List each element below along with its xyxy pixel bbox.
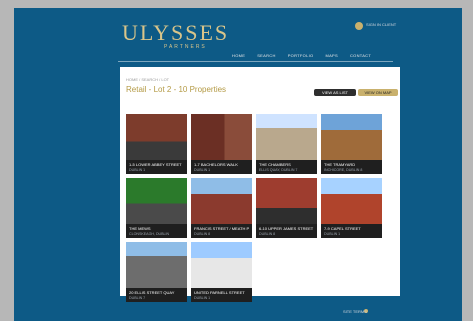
property-caption[interactable]: FRANCIS STREET / MEATH PLACE DUBLIN 8 bbox=[191, 224, 252, 238]
footer-link[interactable]: SITE TERMS bbox=[343, 309, 367, 314]
property-title: THE CHAMBERS bbox=[259, 162, 291, 167]
browser-frame: ULYSSES PARTNERS SIGN IN CLIENT HOME SEA… bbox=[0, 0, 473, 321]
property-title: UNITED PARNELL STREET bbox=[194, 290, 245, 295]
property-photo[interactable] bbox=[321, 114, 382, 160]
login-icon[interactable] bbox=[355, 22, 363, 30]
view-on-map-button[interactable]: VIEW ON MAP bbox=[358, 89, 398, 96]
page-title: Retail - Lot 2 - 10 Properties bbox=[126, 85, 227, 94]
nav-item-maps[interactable]: MAPS bbox=[325, 53, 338, 58]
property-card[interactable]: THE CHAMBERS ELLIS QUAY, DUBLIN 7 bbox=[256, 114, 317, 174]
property-photo[interactable] bbox=[126, 242, 187, 288]
property-caption[interactable]: 20 ELLIS STREET QUAY DUBLIN 7 bbox=[126, 288, 187, 302]
main-content-panel: HOME / SEARCH / LOT Retail - Lot 2 - 10 … bbox=[120, 67, 400, 302]
property-location: DUBLIN 1 bbox=[129, 168, 146, 172]
property-caption[interactable]: THE CHAMBERS ELLIS QUAY, DUBLIN 7 bbox=[256, 160, 317, 174]
property-photo[interactable] bbox=[126, 114, 187, 160]
nav-item-contact[interactable]: CONTACT bbox=[350, 53, 371, 58]
property-title: 7-9 CAPEL STREET bbox=[324, 226, 361, 231]
property-title: FRANCIS STREET / MEATH PLACE bbox=[194, 226, 249, 231]
property-card[interactable]: 1-7 BACHELORS WALK DUBLIN 1 bbox=[191, 114, 252, 174]
property-photo[interactable] bbox=[191, 242, 252, 288]
property-caption[interactable]: THE TRAMYARD INCHICORE, DUBLIN 8 bbox=[321, 160, 382, 174]
property-caption[interactable]: THE MEWS CLONSKEAGH, DUBLIN bbox=[126, 224, 187, 238]
property-title: 1-5 LOWER ABBEY STREET bbox=[129, 162, 182, 167]
brand-logo[interactable]: ULYSSES bbox=[122, 20, 229, 46]
property-photo[interactable] bbox=[256, 114, 317, 160]
property-caption[interactable]: 1-7 BACHELORS WALK DUBLIN 1 bbox=[191, 160, 252, 174]
nav-item-home[interactable]: HOME bbox=[232, 53, 245, 58]
property-title: 1-7 BACHELORS WALK bbox=[194, 162, 238, 167]
property-location: DUBLIN 1 bbox=[194, 296, 211, 300]
property-photo[interactable] bbox=[191, 114, 252, 160]
property-photo[interactable] bbox=[191, 178, 252, 224]
property-title: THE MEWS bbox=[129, 226, 151, 231]
property-caption[interactable]: 7-9 CAPEL STREET DUBLIN 1 bbox=[321, 224, 382, 238]
property-grid: 1-5 LOWER ABBEY STREET DUBLIN 1 1-7 BACH… bbox=[126, 114, 394, 302]
property-card[interactable]: UNITED PARNELL STREET DUBLIN 1 bbox=[191, 242, 252, 302]
breadcrumb[interactable]: HOME / SEARCH / LOT bbox=[126, 77, 169, 82]
property-title: THE TRAMYARD bbox=[324, 162, 356, 167]
property-card[interactable]: 7-9 CAPEL STREET DUBLIN 1 bbox=[321, 178, 382, 238]
property-card[interactable]: FRANCIS STREET / MEATH PLACE DUBLIN 8 bbox=[191, 178, 252, 238]
property-title: 20 ELLIS STREET QUAY bbox=[129, 290, 175, 295]
main-navigation: HOME SEARCH PORTFOLIO MAPS CONTACT bbox=[232, 53, 371, 58]
property-title: 6-10 UPPER JAMES STREET bbox=[259, 226, 314, 231]
nav-divider bbox=[118, 61, 393, 62]
property-caption[interactable]: UNITED PARNELL STREET DUBLIN 1 bbox=[191, 288, 252, 302]
property-caption[interactable]: 6-10 UPPER JAMES STREET DUBLIN 8 bbox=[256, 224, 317, 238]
property-caption[interactable]: 1-5 LOWER ABBEY STREET DUBLIN 1 bbox=[126, 160, 187, 174]
website-background: ULYSSES PARTNERS SIGN IN CLIENT HOME SEA… bbox=[14, 8, 462, 321]
property-location: INCHICORE, DUBLIN 8 bbox=[324, 168, 363, 172]
property-location: CLONSKEAGH, DUBLIN bbox=[129, 232, 170, 236]
property-location: ELLIS QUAY, DUBLIN 7 bbox=[259, 168, 298, 172]
nav-item-portfolio[interactable]: PORTFOLIO bbox=[288, 53, 314, 58]
property-photo[interactable] bbox=[256, 178, 317, 224]
property-photo[interactable] bbox=[321, 178, 382, 224]
view-as-list-button[interactable]: VIEW AS LIST bbox=[314, 89, 356, 96]
brand-subtitle: PARTNERS bbox=[164, 44, 207, 50]
property-location: DUBLIN 8 bbox=[259, 232, 276, 236]
property-card[interactable]: THE MEWS CLONSKEAGH, DUBLIN bbox=[126, 178, 187, 238]
property-photo[interactable] bbox=[126, 178, 187, 224]
property-location: DUBLIN 1 bbox=[324, 232, 341, 236]
nav-item-search[interactable]: SEARCH bbox=[257, 53, 275, 58]
site-header: ULYSSES PARTNERS SIGN IN CLIENT HOME SEA… bbox=[14, 8, 462, 68]
login-label[interactable]: SIGN IN CLIENT bbox=[366, 22, 406, 27]
property-card[interactable]: 20 ELLIS STREET QUAY DUBLIN 7 bbox=[126, 242, 187, 302]
property-location: DUBLIN 8 bbox=[194, 232, 211, 236]
property-card[interactable]: 6-10 UPPER JAMES STREET DUBLIN 8 bbox=[256, 178, 317, 238]
property-location: DUBLIN 1 bbox=[194, 168, 211, 172]
property-location: DUBLIN 7 bbox=[129, 296, 146, 300]
property-card[interactable]: 1-5 LOWER ABBEY STREET DUBLIN 1 bbox=[126, 114, 187, 174]
property-card[interactable]: THE TRAMYARD INCHICORE, DUBLIN 8 bbox=[321, 114, 382, 174]
